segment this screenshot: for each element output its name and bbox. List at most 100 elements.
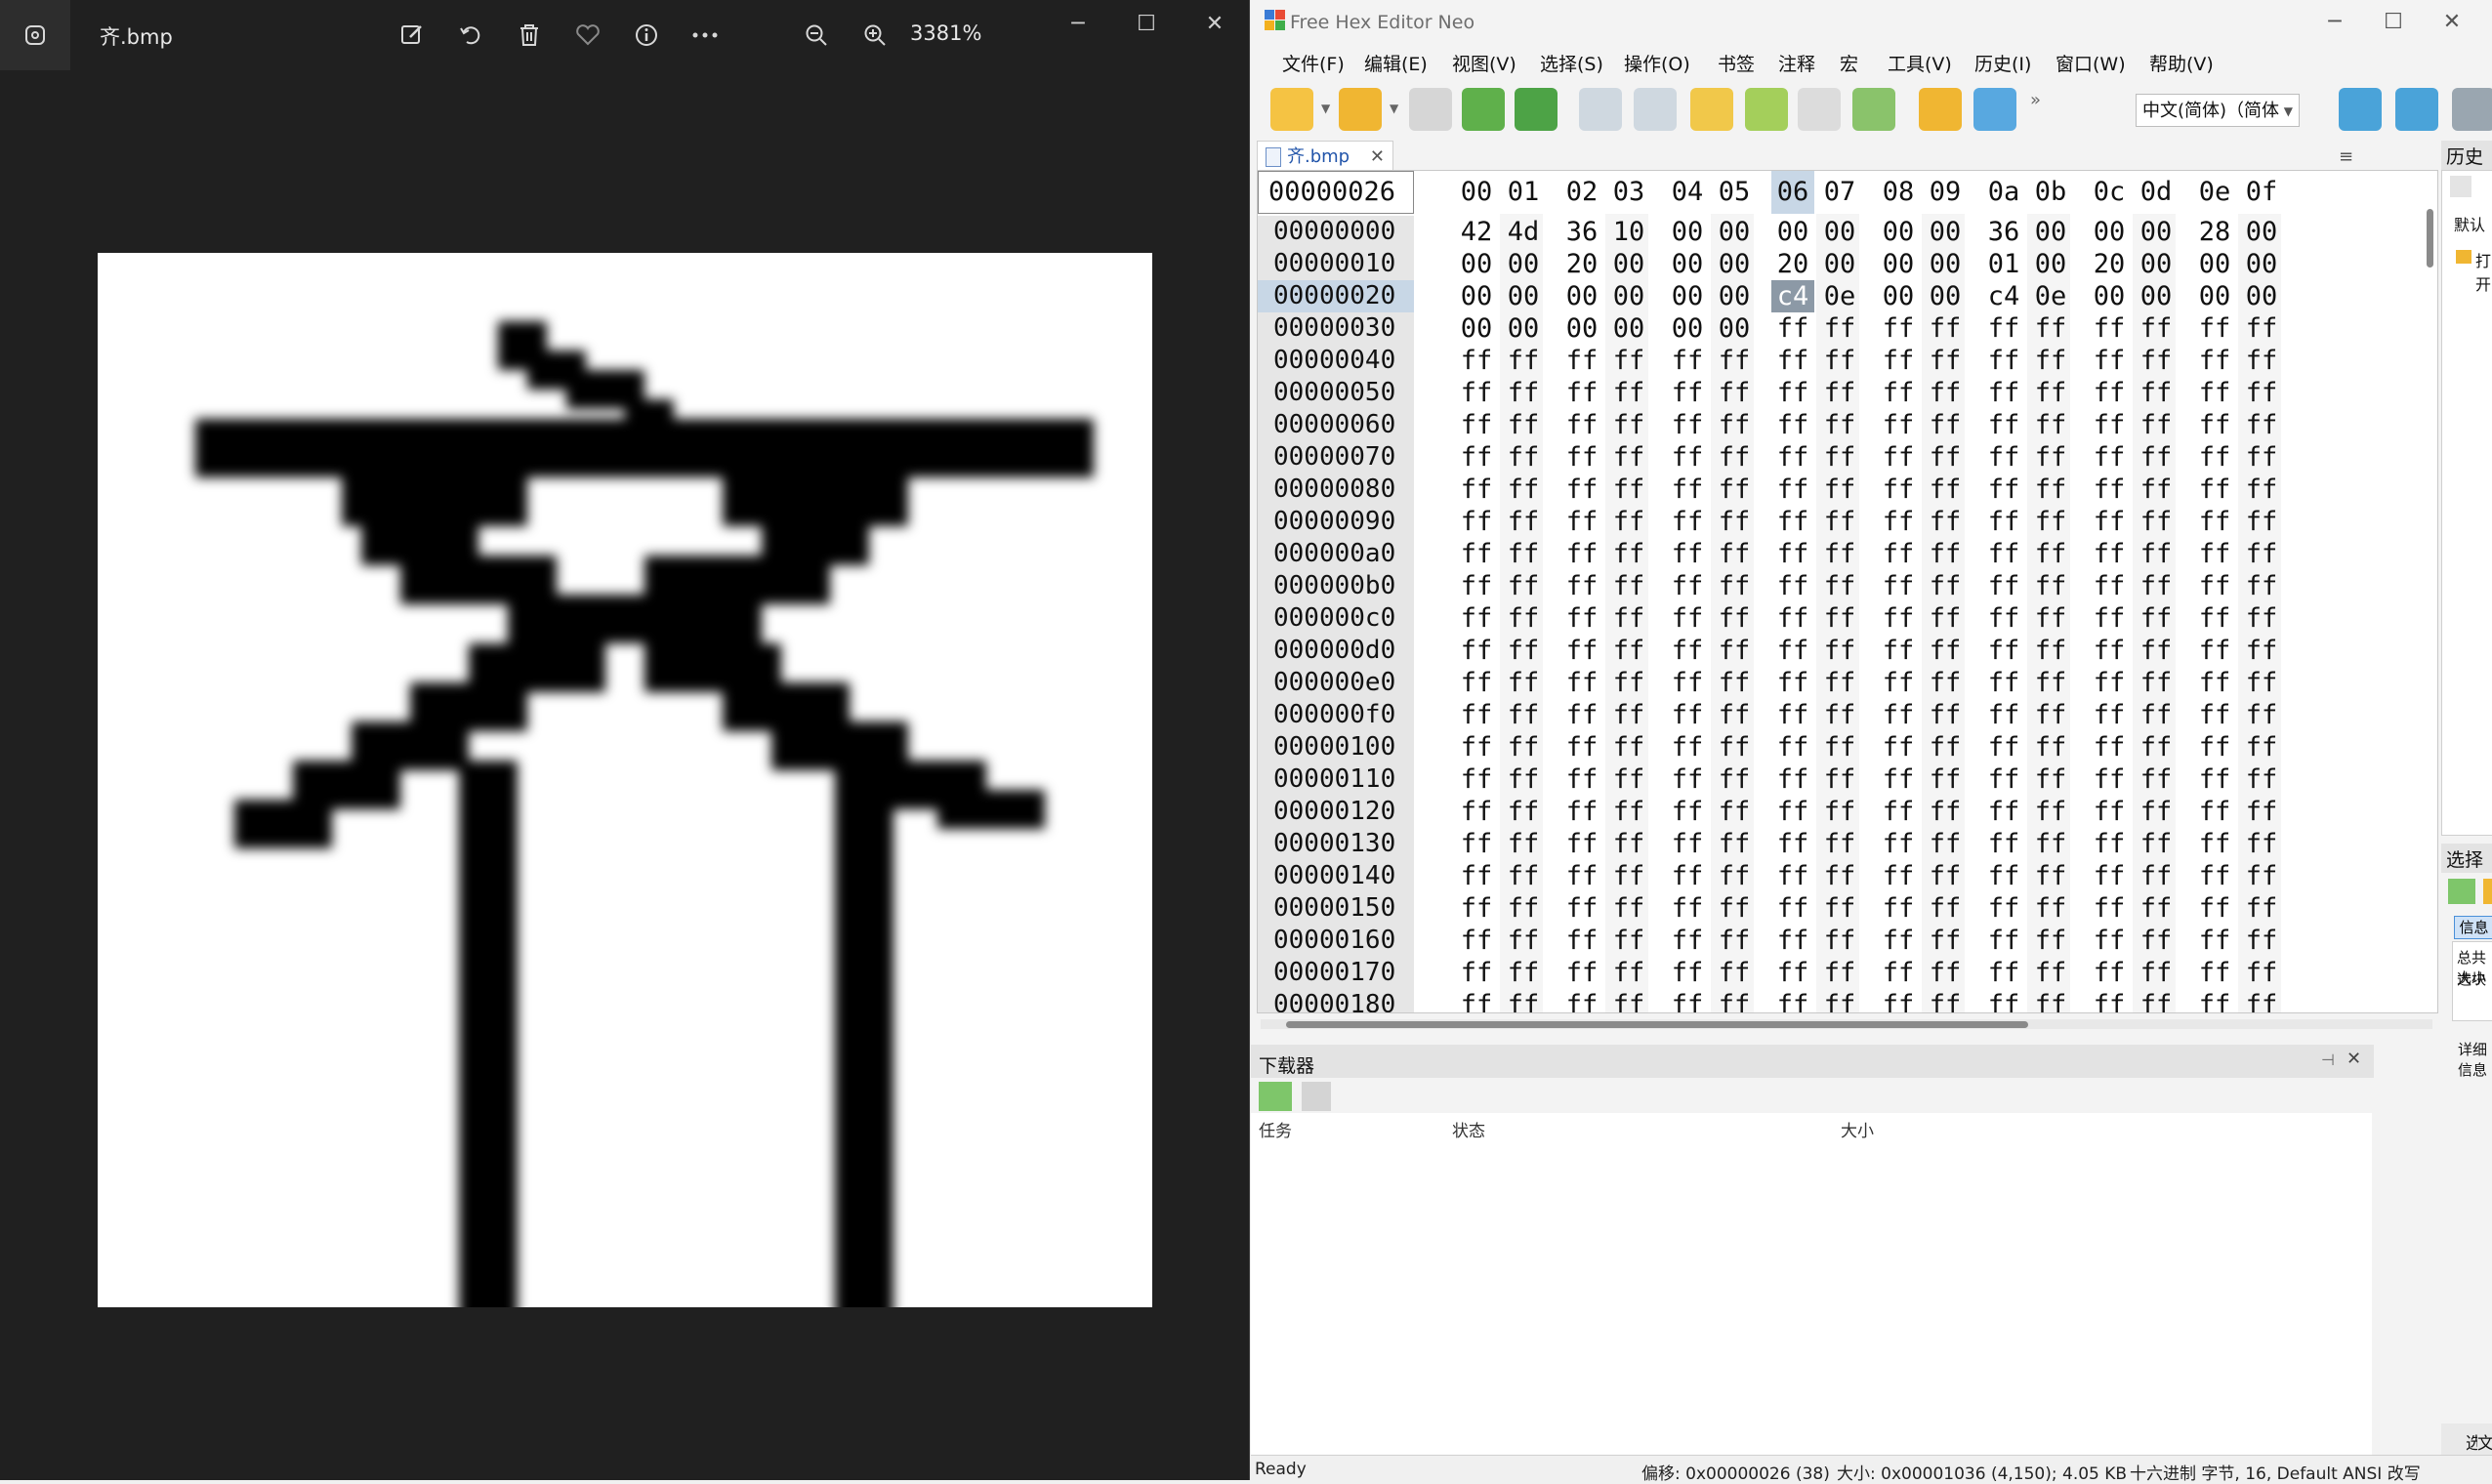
hex-byte[interactable]: ff <box>1666 892 1709 925</box>
hex-byte[interactable]: ff <box>2088 892 2131 925</box>
hex-byte[interactable]: ff <box>2135 796 2178 828</box>
hex-byte[interactable]: ff <box>1771 345 1814 377</box>
hex-byte[interactable]: ff <box>1982 506 2025 538</box>
hex-byte[interactable]: 20 <box>2088 248 2131 280</box>
row-offset[interactable]: 00000020 <box>1258 280 1414 312</box>
hex-byte[interactable]: 00 <box>2029 216 2072 248</box>
hex-byte[interactable]: 00 <box>2088 280 2131 312</box>
info-tab[interactable]: 信息 <box>2454 916 2492 939</box>
hex-byte[interactable]: ff <box>1502 763 1545 796</box>
row-offset[interactable]: 00000080 <box>1258 474 1414 506</box>
hex-byte[interactable]: ff <box>2193 312 2236 345</box>
hex-byte[interactable]: ff <box>1560 892 1603 925</box>
hex-byte[interactable]: ff <box>1607 699 1650 731</box>
history-item[interactable]: 打开 <box>2475 248 2492 295</box>
hex-byte[interactable]: ff <box>1877 731 1920 763</box>
row-offset[interactable]: 000000b0 <box>1258 570 1414 602</box>
vertical-scroll-thumb[interactable] <box>2427 209 2433 268</box>
hex-byte[interactable]: ff <box>2240 699 2283 731</box>
hex-byte[interactable]: ff <box>2193 860 2236 892</box>
hex-byte[interactable]: 00 <box>1713 216 1756 248</box>
hex-byte[interactable]: ff <box>2240 892 2283 925</box>
hex-byte[interactable]: ff <box>1713 667 1756 699</box>
column-header[interactable]: 0f <box>2240 171 2283 214</box>
hex-byte[interactable]: ff <box>2240 474 2283 506</box>
hex-byte[interactable]: 00 <box>2135 248 2178 280</box>
hex-byte[interactable]: ff <box>1502 635 1545 667</box>
menu-comments[interactable]: 注释 <box>1778 50 1815 76</box>
image-canvas[interactable] <box>98 253 1152 1434</box>
row-offset[interactable]: 00000030 <box>1258 312 1414 345</box>
hex-byte[interactable]: ff <box>1818 892 1861 925</box>
hex-byte[interactable]: ff <box>1877 828 1920 860</box>
hex-byte[interactable]: ff <box>2029 892 2072 925</box>
hex-byte[interactable]: ff <box>1818 635 1861 667</box>
horizontal-scroll-thumb[interactable] <box>1286 1021 2028 1028</box>
hex-byte[interactable]: ff <box>1455 602 1498 635</box>
menu-window[interactable]: 窗口(W) <box>2056 50 2126 76</box>
row-offset[interactable]: 000000e0 <box>1258 667 1414 699</box>
hex-byte[interactable]: ff <box>1713 441 1756 474</box>
hex-byte[interactable]: ff <box>2135 377 2178 409</box>
hex-byte[interactable]: ff <box>2029 635 2072 667</box>
hex-byte[interactable]: ff <box>1502 860 1545 892</box>
row-offset[interactable]: 000000d0 <box>1258 635 1414 667</box>
hex-byte[interactable]: ff <box>1818 957 1861 989</box>
hex-byte[interactable]: ff <box>2029 667 2072 699</box>
column-task[interactable]: 任务 <box>1259 1117 1292 1141</box>
column-header[interactable]: 04 <box>1666 171 1709 214</box>
hex-byte[interactable]: ff <box>2240 796 2283 828</box>
hex-byte[interactable]: ff <box>2029 474 2072 506</box>
hex-byte[interactable]: 01 <box>1982 248 2025 280</box>
hex-byte[interactable]: ff <box>2135 409 2178 441</box>
close-icon[interactable]: ✕ <box>1185 6 1244 41</box>
hex-byte[interactable]: ff <box>2193 989 2236 1012</box>
hex-byte[interactable]: ff <box>1713 345 1756 377</box>
hex-byte[interactable]: ff <box>1924 474 1967 506</box>
hex-byte[interactable]: ff <box>1666 377 1709 409</box>
hex-byte[interactable]: 00 <box>1713 248 1756 280</box>
hex-byte[interactable]: ff <box>1560 635 1603 667</box>
hex-byte[interactable]: ff <box>1924 957 1967 989</box>
hex-byte[interactable]: ff <box>1877 796 1920 828</box>
hex-byte[interactable]: 00 <box>1455 248 1498 280</box>
menu-tools[interactable]: 工具(V) <box>1888 50 1952 76</box>
hex-byte[interactable]: ff <box>1560 345 1603 377</box>
hex-byte[interactable]: ff <box>1713 570 1756 602</box>
hex-byte[interactable]: ff <box>1455 925 1498 957</box>
menu-help[interactable]: 帮助(V) <box>2149 50 2214 76</box>
hex-byte[interactable]: ff <box>2135 602 2178 635</box>
block-view-icon[interactable] <box>2483 879 2492 904</box>
hex-byte[interactable]: ff <box>1666 925 1709 957</box>
hex-byte[interactable]: ff <box>1455 731 1498 763</box>
hex-byte[interactable]: 00 <box>1607 248 1650 280</box>
hex-byte[interactable]: ff <box>2029 860 2072 892</box>
hex-byte[interactable]: 36 <box>1560 216 1603 248</box>
hex-byte[interactable]: ff <box>2193 602 2236 635</box>
hex-byte[interactable]: ff <box>1818 731 1861 763</box>
hex-byte[interactable]: ff <box>1713 731 1756 763</box>
settings-tools-icon[interactable] <box>2452 88 2492 131</box>
hex-byte[interactable]: ff <box>1771 538 1814 570</box>
hex-byte[interactable]: ff <box>1771 635 1814 667</box>
hex-byte[interactable]: ff <box>1560 602 1603 635</box>
hex-byte[interactable]: ff <box>1560 506 1603 538</box>
hex-byte[interactable]: ff <box>1924 699 1967 731</box>
hex-byte[interactable]: ff <box>1877 925 1920 957</box>
hex-byte[interactable]: ff <box>1560 538 1603 570</box>
hex-byte[interactable]: ff <box>1455 796 1498 828</box>
hex-byte[interactable]: ff <box>2240 957 2283 989</box>
hex-byte[interactable]: ff <box>1455 860 1498 892</box>
menu-history[interactable]: 历史(I) <box>1974 50 2031 76</box>
hex-byte[interactable]: ff <box>1455 441 1498 474</box>
column-header[interactable]: 0d <box>2135 171 2178 214</box>
hex-byte[interactable]: ff <box>1455 828 1498 860</box>
column-size[interactable]: 大小 <box>1841 1117 1874 1141</box>
hex-byte[interactable]: ff <box>1982 441 2025 474</box>
hex-byte[interactable]: 00 <box>1713 312 1756 345</box>
hex-byte[interactable]: ff <box>1455 763 1498 796</box>
hex-byte[interactable]: ff <box>1666 828 1709 860</box>
hex-byte[interactable]: ff <box>2088 989 2131 1012</box>
rotate-icon[interactable] <box>451 16 490 55</box>
hex-byte[interactable]: 00 <box>2240 280 2283 312</box>
